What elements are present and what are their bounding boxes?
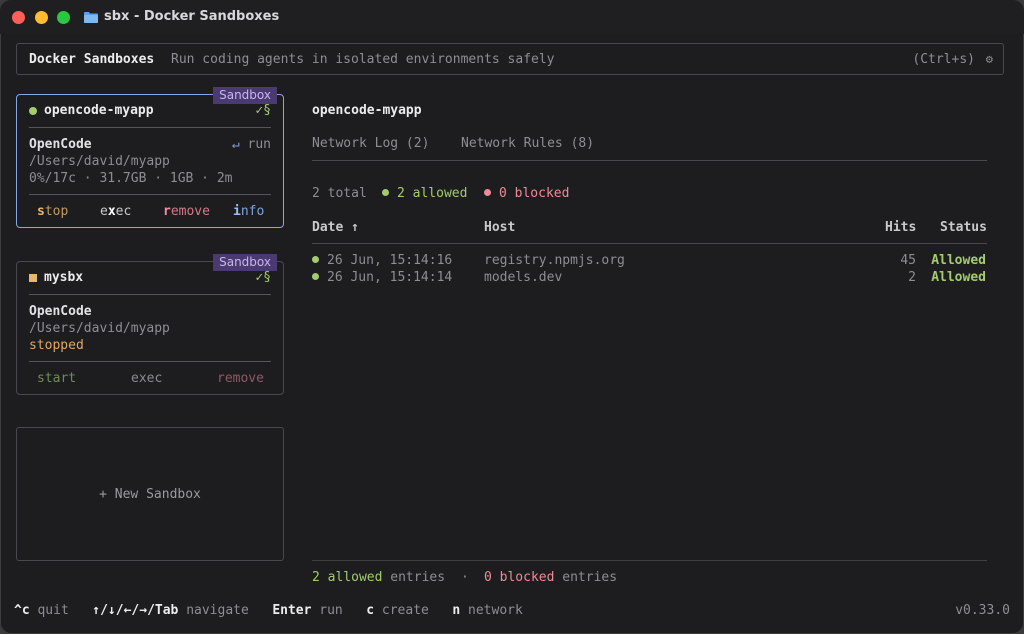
row-host: models.dev [484,270,563,285]
check-icon: ✓§ [255,270,271,285]
sandbox-path: /Users/david/myapp [29,321,170,336]
settings-shortcut[interactable]: (Ctrl+s) [912,52,975,67]
row-date: 26 Jun, 15:14:14 [312,270,452,285]
column-status[interactable]: Status [940,220,987,235]
close-window-button[interactable] [12,11,25,24]
running-status-dot [29,107,37,115]
gear-icon[interactable]: ⚙ [986,52,993,66]
blocked-dot-icon [484,189,491,196]
start-button[interactable]: start [37,371,76,386]
sandbox-tag: Sandbox [213,87,277,104]
maximize-window-button[interactable] [57,11,70,24]
sandbox-stats: 0%/17c · 31.7GB · 1GB · 2m [29,171,233,186]
sandbox-name: opencode-myapp [44,103,154,118]
column-hits[interactable]: Hits [885,220,916,235]
remove-button[interactable]: remove [217,371,264,386]
new-sandbox-button[interactable]: + New Sandbox [16,427,284,561]
exec-button[interactable]: exec [100,204,131,219]
shortcut-create[interactable]: c create [366,603,429,618]
new-sandbox-label: + New Sandbox [99,487,201,502]
app-window: sbx - Docker Sandboxes Docker Sandboxes … [0,0,1024,634]
agent-name: OpenCode [29,137,92,152]
blocked-count: 0 blocked [484,186,569,201]
allowed-dot-icon [382,189,389,196]
minimize-window-button[interactable] [35,11,48,24]
column-host[interactable]: Host [484,220,515,235]
version-label: v0.33.0 [955,603,1010,618]
sandbox-status: stopped [29,338,84,353]
app-title: Docker Sandboxes [29,52,155,67]
check-icon: ✓§ [255,103,271,118]
row-hits: 2 [908,270,916,285]
enter-icon: ↵ [231,137,240,152]
exec-button[interactable]: exec [131,371,162,386]
folder-icon [84,11,98,23]
run-hint[interactable]: ↵ run [232,137,271,152]
app-subtitle: Run coding agents in isolated environmen… [171,52,555,67]
row-status: Allowed [931,253,986,268]
stop-button[interactable]: stop [37,204,68,219]
allowed-count: 2 allowed [382,186,467,201]
tab-network-log[interactable]: Network Log (2) [312,136,429,151]
sandbox-path: /Users/david/myapp [29,154,170,169]
shortcut-bar: ^c quit ↑/↓/←/→/Tab navigate Enter run c… [14,603,523,618]
shortcut-navigate[interactable]: ↑/↓/←/→/Tab navigate [92,603,249,618]
row-date: 26 Jun, 15:14:16 [312,253,452,268]
footer-divider [312,560,987,561]
shortcut-quit[interactable]: ^c quit [14,603,69,618]
allowed-entries: 2 allowed entries [312,570,446,585]
allowed-dot-icon [312,256,319,263]
sandbox-card-opencode-myapp[interactable]: Sandbox opencode-myapp ✓§ OpenCode ↵ run… [16,87,284,228]
row-host: registry.npmjs.org [484,253,625,268]
sandbox-tag: Sandbox [213,254,277,271]
shortcut-run[interactable]: Enter run [272,603,342,618]
header-bar: Docker Sandboxes Run coding agents in is… [16,43,1004,75]
stopped-status-square [29,274,37,282]
tab-network-rules[interactable]: Network Rules (8) [461,136,594,151]
detail-title: opencode-myapp [312,103,422,118]
info-button[interactable]: info [233,204,264,219]
row-status: Allowed [931,270,986,285]
divider [29,127,271,128]
sandbox-name: mysbx [44,270,84,285]
window-title: sbx - Docker Sandboxes [104,9,280,24]
agent-name: OpenCode [29,304,92,319]
divider [29,294,271,295]
remove-button[interactable]: remove [163,204,210,219]
header-divider [312,243,987,244]
sandbox-card-mysbx[interactable]: Sandbox mysbx ✓§ OpenCode /Users/david/m… [16,254,284,395]
title-bar: sbx - Docker Sandboxes [0,0,1024,34]
divider [29,361,271,362]
divider [29,194,271,195]
shortcut-network[interactable]: n network [452,603,522,618]
row-hits: 45 [900,253,916,268]
allowed-dot-icon [312,273,319,280]
run-label: run [247,137,271,152]
footer-separator: · [461,570,469,585]
tab-divider [312,160,987,161]
total-count: 2 total [312,186,367,201]
column-date[interactable]: Date ↑ [312,220,359,235]
blocked-entries: 0 blocked entries [484,570,618,585]
